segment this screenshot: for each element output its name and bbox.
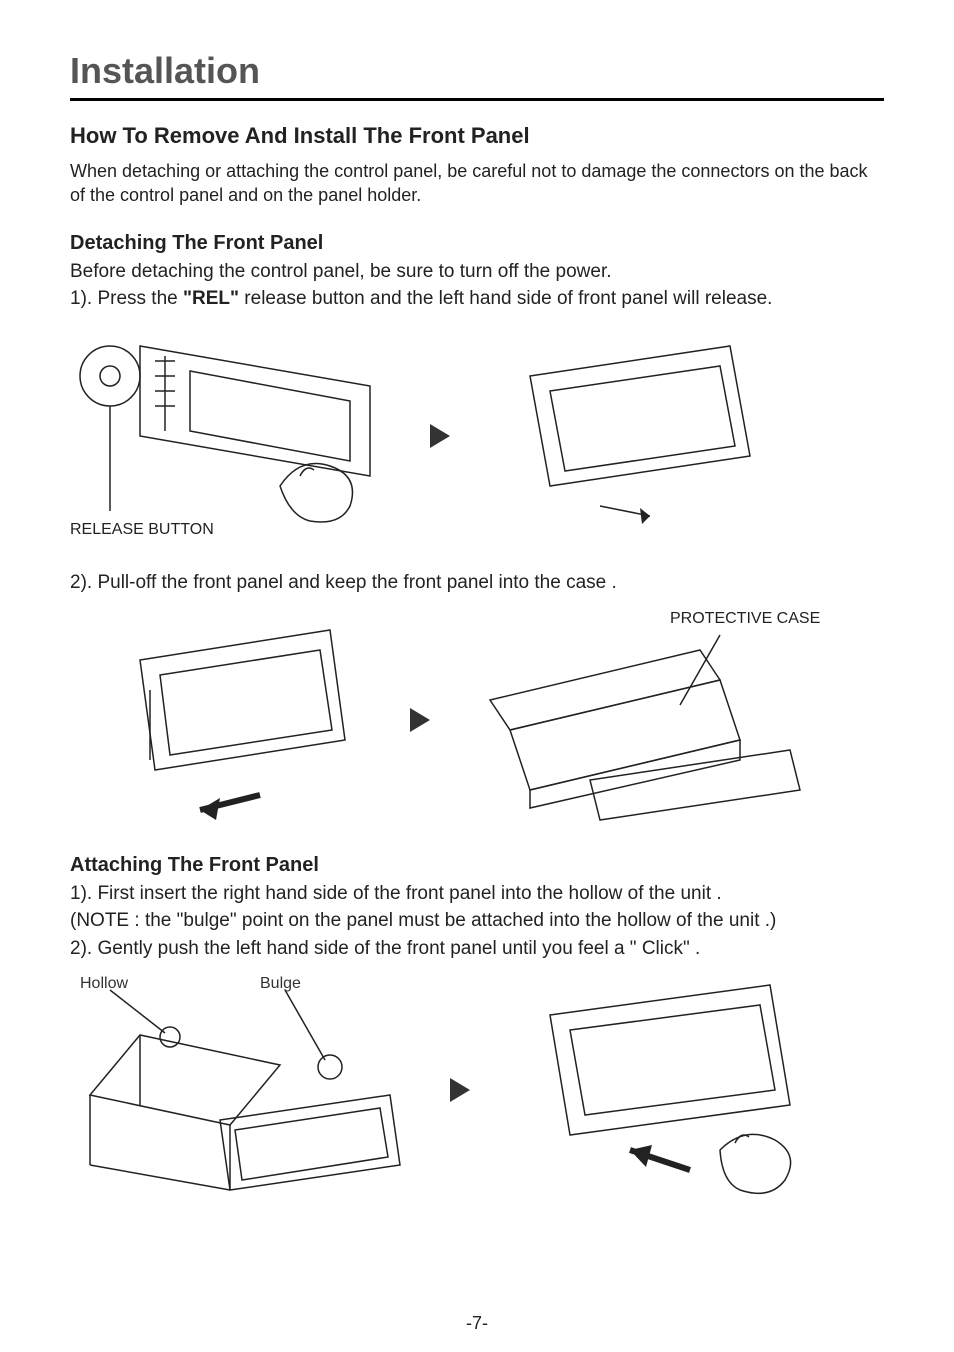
release-illustration-svg	[70, 326, 390, 546]
attach-heading: Attaching The Front Panel	[70, 854, 884, 877]
page-title: Installation	[70, 50, 884, 92]
arrow-right-icon	[410, 708, 430, 732]
section-heading: How To Remove And Install The Front Pane…	[70, 123, 884, 149]
pull-off-svg	[110, 620, 370, 820]
attach-step-1: 1). First insert the right hand side of …	[70, 881, 884, 907]
panel-releasing-svg	[490, 336, 790, 536]
hollow-bulge-illustration: Hollow Bulge	[70, 975, 410, 1205]
release-button-label: RELEASE BUTTON	[70, 521, 214, 539]
pull-off-illustration	[110, 620, 370, 820]
detach-step-1: 1). Press the "REL" release button and t…	[70, 286, 884, 312]
page-number: -7-	[0, 1313, 954, 1334]
title-divider	[70, 98, 884, 101]
intro-paragraph: When detaching or attaching the control …	[70, 159, 884, 208]
detach-figure-row-2: PROTECTIVE CASE	[70, 610, 884, 830]
protective-case-svg	[470, 610, 830, 830]
detach-step-2: 2). Pull-off the front panel and keep th…	[70, 570, 884, 596]
attach-step-2: 2). Gently push the left hand side of th…	[70, 936, 884, 962]
rel-bold: "REL"	[183, 288, 239, 309]
hollow-label: Hollow	[80, 975, 128, 993]
protective-case-illustration: PROTECTIVE CASE	[470, 610, 830, 830]
detach-heading: Detaching The Front Panel	[70, 232, 884, 255]
detach-figure-row-1: RELEASE BUTTON	[70, 326, 884, 546]
release-button-illustration: RELEASE BUTTON	[70, 326, 390, 546]
protective-case-label: PROTECTIVE CASE	[670, 610, 820, 628]
bulge-label: Bulge	[260, 975, 301, 993]
arrow-right-icon	[430, 424, 450, 448]
arrow-right-icon	[450, 1078, 470, 1102]
detach-step-1-post: release button and the left hand side of…	[239, 288, 772, 309]
detach-intro: Before detaching the control panel, be s…	[70, 259, 884, 285]
attach-figure-row: Hollow Bulge	[70, 975, 884, 1205]
click-svg	[510, 975, 830, 1205]
hollow-bulge-svg	[70, 975, 410, 1205]
attach-note: (NOTE : the "bulge" point on the panel m…	[70, 908, 884, 934]
panel-releasing-illustration	[490, 336, 790, 536]
click-illustration	[510, 975, 830, 1205]
detach-step-1-pre: 1). Press the	[70, 288, 183, 309]
